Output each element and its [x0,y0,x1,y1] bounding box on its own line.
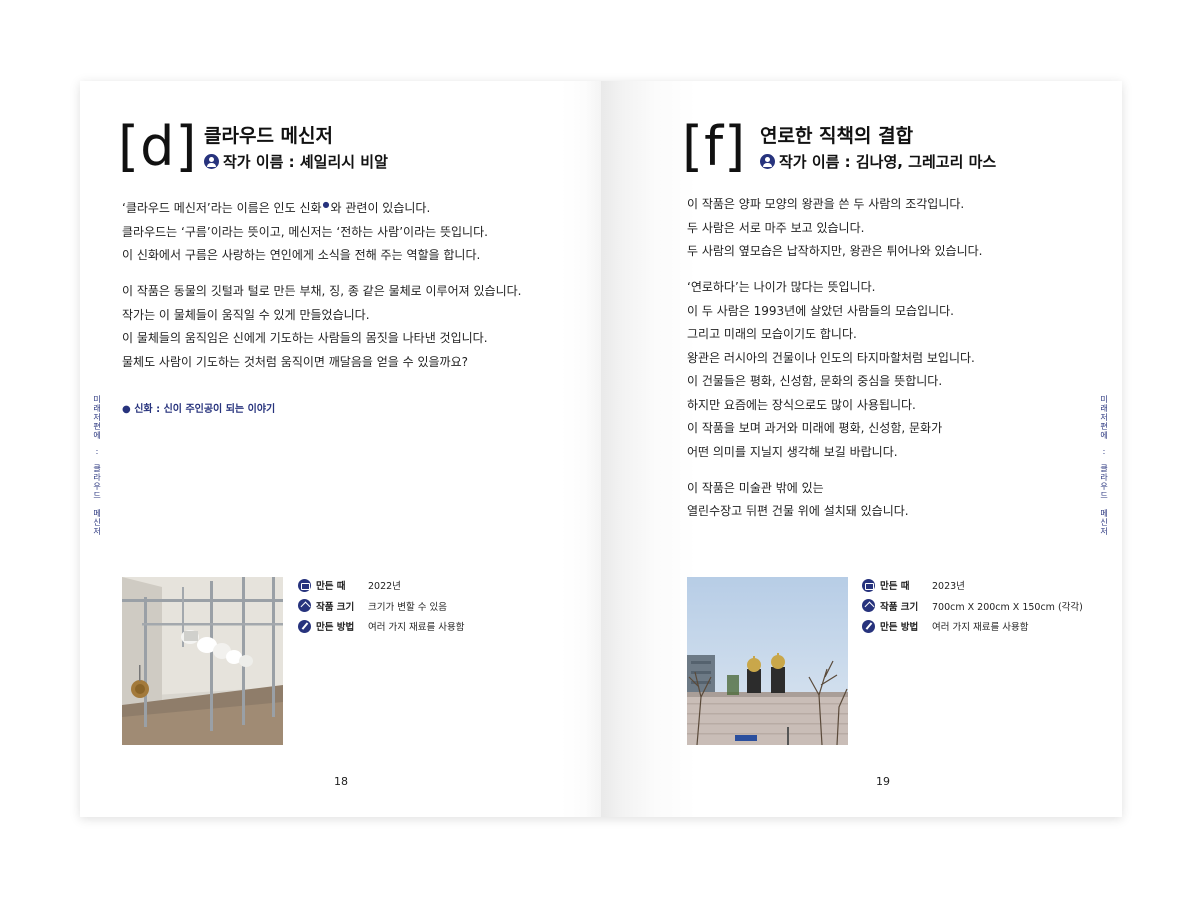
info-label: 만든 때 [316,581,346,593]
text-line: 클라우드는 ‘구름’이라는 뜻이고, 메신저는 ‘전하는 사람’이라는 뜻입니다… [122,224,488,239]
text-line: 물체도 사람이 기도하는 것처럼 움직이면 깨달음을 얻을 수 있을까요? [122,354,469,369]
text-line: 어떤 의미를 지닐지 생각해 보길 바랍니다. [687,444,898,459]
pen-icon [298,619,311,633]
paragraph: 이 작품은 양파 모양의 왕관을 쓴 두 사람의 조각입니다. 두 사람은 서로… [687,193,982,264]
artist-name: 작가 이름 : 셰일리시 비알 [204,151,388,172]
text-line: 이 물체들의 움직임은 신에게 기도하는 사람들의 몸짓을 나타낸 것입니다. [122,331,488,345]
text-line: 이 작품은 동물의 깃털과 털로 만든 부채, 징, 종 같은 물체로 이루어져… [122,284,522,298]
info-label: 만든 방법 [880,622,919,634]
person-icon [204,154,219,169]
info-value: 2022년 [368,581,401,593]
artist-text: 작가 이름 : 김나영, 그레고리 마스 [779,153,997,171]
side-running-label: 미래저편에 : 클라우드 메신저 [1100,395,1108,536]
info-value: 크기가 변할 수 있음 [368,601,447,613]
person-icon [760,154,775,169]
info-row-size: 작품 크기 크기가 변할 수 있음 [298,596,464,617]
artwork-title: 클라우드 메신저 [204,125,333,147]
footnote-marker: ● [322,200,330,209]
artwork-photo [122,577,283,745]
info-label: 작품 크기 [316,601,355,613]
info-value: 여러 가지 재료를 사용함 [368,622,465,634]
info-row-method: 만든 방법 여러 가지 재료를 사용함 [298,616,464,637]
text-line: 이 신화에서 구름은 사랑하는 연인에게 소식을 전해 주는 역할을 합니다. [122,248,481,262]
text-line: 이 작품은 양파 모양의 왕관을 쓴 두 사람의 조각입니다. [687,197,965,211]
text-line: ‘클라우드 메신저’라는 이름은 인도 신화●와 관련이 있습니다. [122,200,431,215]
artwork-description: ‘클라우드 메신저’라는 이름은 인도 신화●와 관련이 있습니다. 클라우드는… [122,193,521,387]
page-number: 19 [876,775,890,788]
info-row-size: 작품 크기 700cm X 200cm X 150cm (각각) [862,596,1083,617]
info-label: 만든 때 [880,581,910,593]
calendar-icon [862,578,875,592]
text-line: 이 건물들은 평화, 신성함, 문화의 중심을 뜻합니다. [687,374,943,388]
artwork-description: 이 작품은 양파 모양의 왕관을 쓴 두 사람의 조각입니다. 두 사람은 서로… [687,193,982,536]
info-value: 700cm X 200cm X 150cm (각각) [932,601,1083,613]
right-page: [f] 연로한 직책의 결합 작가 이름 : 김나영, 그레고리 마스 이 작품… [601,81,1122,817]
size-icon [862,599,875,613]
size-icon [298,599,311,613]
text-line: 두 사람은 서로 마주 보고 있습니다. [687,220,865,235]
text-line: 두 사람의 옆모습은 납작하지만, 왕관은 튀어나와 있습니다. [687,244,983,258]
artwork-letter: [f] [682,115,747,178]
text-line: 왕관은 러시아의 건물이나 인도의 타지마할처럼 보입니다. [687,350,975,365]
paragraph: ‘연로하다’는 나이가 많다는 뜻입니다. 이 두 사람은 1993년에 살았던… [687,276,982,464]
page-number: 18 [334,775,348,788]
info-label: 작품 크기 [880,601,919,613]
paragraph: 이 작품은 미술관 밖에 있는 열린수장고 뒤편 건물 위에 설치돼 있습니다. [687,477,982,524]
text-line: 이 작품은 미술관 밖에 있는 [687,480,824,495]
footnote: ● 신화 : 신이 주인공이 되는 이야기 [122,404,276,415]
info-row-method: 만든 방법 여러 가지 재료를 사용함 [862,616,1083,637]
text-line: ‘연로하다’는 나이가 많다는 뜻입니다. [687,280,876,294]
left-page: [d] 클라우드 메신저 작가 이름 : 셰일리시 비알 ‘클라우드 메신저’라… [80,81,601,817]
calendar-icon [298,578,311,592]
paragraph: ‘클라우드 메신저’라는 이름은 인도 신화●와 관련이 있습니다. 클라우드는… [122,193,521,268]
installation-photo [122,577,283,745]
artwork-info-list: 만든 때 2023년 작품 크기 700cm X 200cm X 150cm (… [862,575,1083,637]
text-line: 이 작품을 보며 과거와 미래에 평화, 신성함, 문화가 [687,421,943,435]
text-line: 그리고 미래의 모습이기도 합니다. [687,327,857,341]
artist-name: 작가 이름 : 김나영, 그레고리 마스 [760,151,996,172]
artwork-title: 연로한 직책의 결합 [760,125,914,147]
artwork-info-list: 만든 때 2022년 작품 크기 크기가 변할 수 있음 만든 방법 여러 가지… [298,575,464,637]
book-spread: [d] 클라우드 메신저 작가 이름 : 셰일리시 비알 ‘클라우드 메신저’라… [80,81,1122,817]
pen-icon [862,619,875,633]
info-row-date: 만든 때 2023년 [862,575,1083,596]
text-line: 작가는 이 물체들이 움직일 수 있게 만들었습니다. [122,307,370,322]
text-line: 이 두 사람은 1993년에 살았던 사람들의 모습입니다. [687,303,955,318]
info-value: 2023년 [932,581,965,593]
info-row-date: 만든 때 2022년 [298,575,464,596]
artwork-photo [687,577,848,745]
info-value: 여러 가지 재료를 사용함 [932,622,1029,634]
text-line: 하지만 요즘에는 장식으로도 많이 사용됩니다. [687,397,916,412]
sculpture-photo [687,577,848,745]
paragraph: 이 작품은 동물의 깃털과 털로 만든 부채, 징, 종 같은 물체로 이루어져… [122,280,521,374]
artwork-letter: [d] [118,115,198,178]
artist-text: 작가 이름 : 셰일리시 비알 [223,153,388,171]
side-running-label: 미래저편에 : 클라우드 메신저 [93,395,101,536]
text-line: 열린수장고 뒤편 건물 위에 설치돼 있습니다. [687,504,909,518]
info-label: 만든 방법 [316,622,355,634]
